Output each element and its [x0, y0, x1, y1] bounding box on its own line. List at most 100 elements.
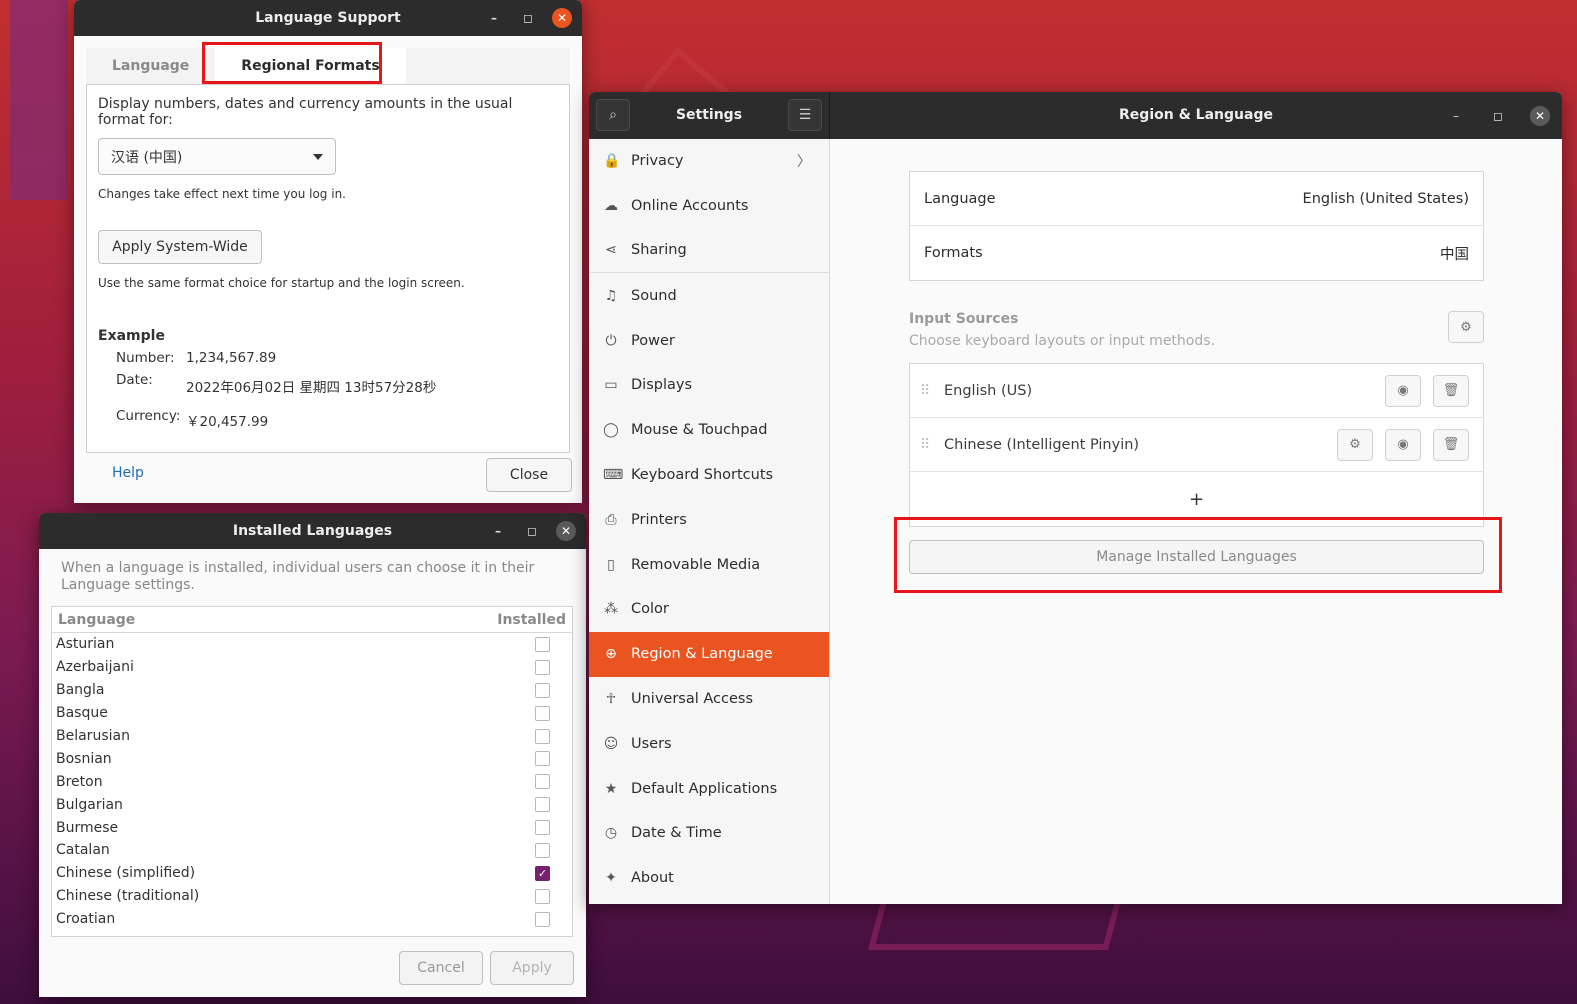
list-item[interactable]: Belarusian: [52, 725, 572, 748]
maximize-icon[interactable]: ◻: [1488, 106, 1508, 126]
sidebar-item-universal-access[interactable]: ☥ Universal Access: [589, 677, 829, 722]
installed-languages-titlebar[interactable]: Installed Languages – ◻ ✕: [39, 513, 586, 549]
list-item[interactable]: Bulgarian: [52, 793, 572, 816]
list-item[interactable]: Azerbaijani: [52, 656, 572, 679]
trash-icon[interactable]: 🗑: [1433, 374, 1469, 407]
close-icon[interactable]: ✕: [556, 521, 576, 541]
format-dropdown[interactable]: 汉语 (中国): [98, 138, 336, 175]
sidebar-item-sound[interactable]: ♫ Sound: [589, 273, 829, 318]
minimize-icon[interactable]: –: [1446, 106, 1466, 126]
sidebar-item-online-accounts[interactable]: ☁ Online Accounts: [589, 184, 829, 229]
installed-checkbox[interactable]: [535, 705, 550, 721]
cancel-button[interactable]: Cancel: [399, 951, 483, 985]
settings-headerbar[interactable]: ⌕ Settings ☰ Region & Language – ◻ ✕: [589, 92, 1562, 139]
list-item[interactable]: Croatian: [52, 908, 572, 931]
close-button[interactable]: Close: [486, 458, 572, 492]
input-source-row[interactable]: ⠿ English (US) ◉ 🗑: [910, 364, 1483, 418]
menu-button[interactable]: ☰: [788, 99, 822, 131]
list-item[interactable]: Breton: [52, 770, 572, 793]
language-list[interactable]: Language Installed Asturian Azerbaijani Ba…: [51, 606, 573, 937]
eye-icon[interactable]: ◉: [1385, 428, 1421, 461]
sidebar-item-sharing[interactable]: ⋖ Sharing: [589, 229, 829, 274]
currency-label: Currency:: [116, 408, 181, 424]
wallpaper-shape: [10, 0, 68, 200]
installed-checkbox[interactable]: [535, 774, 550, 790]
installed-checkbox[interactable]: [535, 888, 550, 904]
settings-window: ⌕ Settings ☰ Region & Language – ◻ ✕ 🔒 Pr…: [589, 92, 1562, 904]
sidebar-item-label: Power: [631, 332, 675, 349]
list-item[interactable]: Burmese: [52, 816, 572, 839]
installed-checkbox[interactable]: [535, 911, 550, 927]
installed-checkbox[interactable]: ✓: [535, 865, 550, 881]
column-header-installed[interactable]: Installed: [497, 612, 566, 628]
sidebar-item-users[interactable]: ☺ Users: [589, 721, 829, 766]
search-button[interactable]: ⌕: [596, 99, 630, 131]
currency-value: ￥20,457.99: [186, 414, 269, 430]
close-icon[interactable]: ✕: [552, 8, 572, 28]
column-header-language[interactable]: Language: [58, 612, 135, 628]
installed-checkbox[interactable]: [535, 682, 550, 698]
list-item[interactable]: Bosnian: [52, 747, 572, 770]
sidebar-item-label: Color: [631, 601, 669, 618]
sidebar-item-label: Sound: [631, 287, 677, 304]
input-sources-card: ⠿ English (US) ◉ 🗑 ⠿ Chinese (Intelligent Pin…: [909, 363, 1484, 527]
installed-checkbox[interactable]: [535, 636, 550, 652]
clock-icon: ◷: [604, 825, 618, 842]
sidebar-item-label: About: [631, 870, 674, 887]
sidebar-item-default-applications[interactable]: ★ Default Applications: [589, 766, 829, 811]
installed-checkbox[interactable]: [535, 797, 550, 813]
tab-regional-formats[interactable]: Regional Formats: [215, 48, 406, 84]
manage-installed-languages-button[interactable]: Manage Installed Languages: [909, 540, 1484, 574]
close-icon[interactable]: ✕: [1530, 105, 1550, 126]
apply-button[interactable]: Apply: [490, 951, 574, 985]
trash-icon[interactable]: 🗑: [1433, 428, 1469, 461]
minimize-icon[interactable]: –: [488, 521, 508, 541]
language-row[interactable]: Language English (United States): [910, 172, 1483, 226]
language-support-titlebar[interactable]: Language Support – ◻ ✕: [74, 0, 582, 36]
sidebar-item-label: Mouse & Touchpad: [631, 422, 768, 439]
list-item[interactable]: Asturian: [52, 633, 572, 656]
input-source-row[interactable]: ⠿ Chinese (Intelligent Pinyin) ⚙ ◉ 🗑: [910, 418, 1483, 472]
list-item[interactable]: Catalan: [52, 839, 572, 862]
drag-handle-icon[interactable]: ⠿: [920, 437, 944, 453]
drag-handle-icon[interactable]: ⠿: [920, 383, 944, 399]
sidebar-item-label: Printers: [631, 511, 687, 528]
list-item[interactable]: Bangla: [52, 679, 572, 702]
language-label: Language: [924, 190, 996, 207]
apply-system-wide-button[interactable]: Apply System-Wide: [98, 230, 262, 264]
sidebar-item-color[interactable]: ⁂ Color: [589, 587, 829, 632]
sidebar-item-power[interactable]: ⏻ Power: [589, 318, 829, 363]
formats-row[interactable]: Formats 中国: [910, 226, 1483, 280]
list-item[interactable]: Basque: [52, 702, 572, 725]
language-name: Breton: [56, 773, 103, 790]
sidebar-item-displays[interactable]: ▭ Displays: [589, 363, 829, 408]
sidebar-item-printers[interactable]: ⎙ Printers: [589, 497, 829, 542]
installed-checkbox[interactable]: [535, 820, 550, 836]
sidebar-item-label: Default Applications: [631, 780, 778, 797]
input-sources-options-button[interactable]: ⚙: [1448, 311, 1484, 343]
installed-checkbox[interactable]: [535, 842, 550, 858]
language-name: Chinese (traditional): [56, 888, 200, 905]
maximize-icon[interactable]: ◻: [518, 8, 538, 28]
sidebar-item-date-time[interactable]: ◷ Date & Time: [589, 811, 829, 856]
sidebar-item-keyboard-shortcuts[interactable]: ⌨ Keyboard Shortcuts: [589, 453, 829, 498]
sidebar-item-mouse-touchpad[interactable]: ◯ Mouse & Touchpad: [589, 408, 829, 453]
gear-icon[interactable]: ⚙: [1337, 428, 1373, 461]
installed-checkbox[interactable]: [535, 728, 550, 744]
sidebar-item-label: Universal Access: [631, 690, 754, 707]
maximize-icon[interactable]: ◻: [522, 521, 542, 541]
eye-icon[interactable]: ◉: [1385, 374, 1421, 407]
sidebar-item-region-language[interactable]: ⊕ Region & Language: [589, 631, 829, 677]
minimize-icon[interactable]: –: [484, 8, 504, 28]
installed-checkbox[interactable]: [535, 751, 550, 767]
sidebar-item-privacy[interactable]: 🔒 Privacy 〉: [589, 139, 829, 184]
list-item[interactable]: Chinese (traditional): [52, 885, 572, 908]
installed-checkbox[interactable]: [535, 659, 550, 675]
tab-language[interactable]: Language: [86, 48, 215, 84]
sidebar-item-removable-media[interactable]: ▯ Removable Media: [589, 542, 829, 587]
list-item[interactable]: Chinese (simplified) ✓: [52, 862, 572, 885]
add-input-source-button[interactable]: +: [910, 472, 1483, 526]
globe-icon: ⊕: [605, 646, 617, 663]
help-link[interactable]: Help: [112, 465, 144, 481]
sidebar-item-about[interactable]: ✦ About: [589, 856, 829, 901]
